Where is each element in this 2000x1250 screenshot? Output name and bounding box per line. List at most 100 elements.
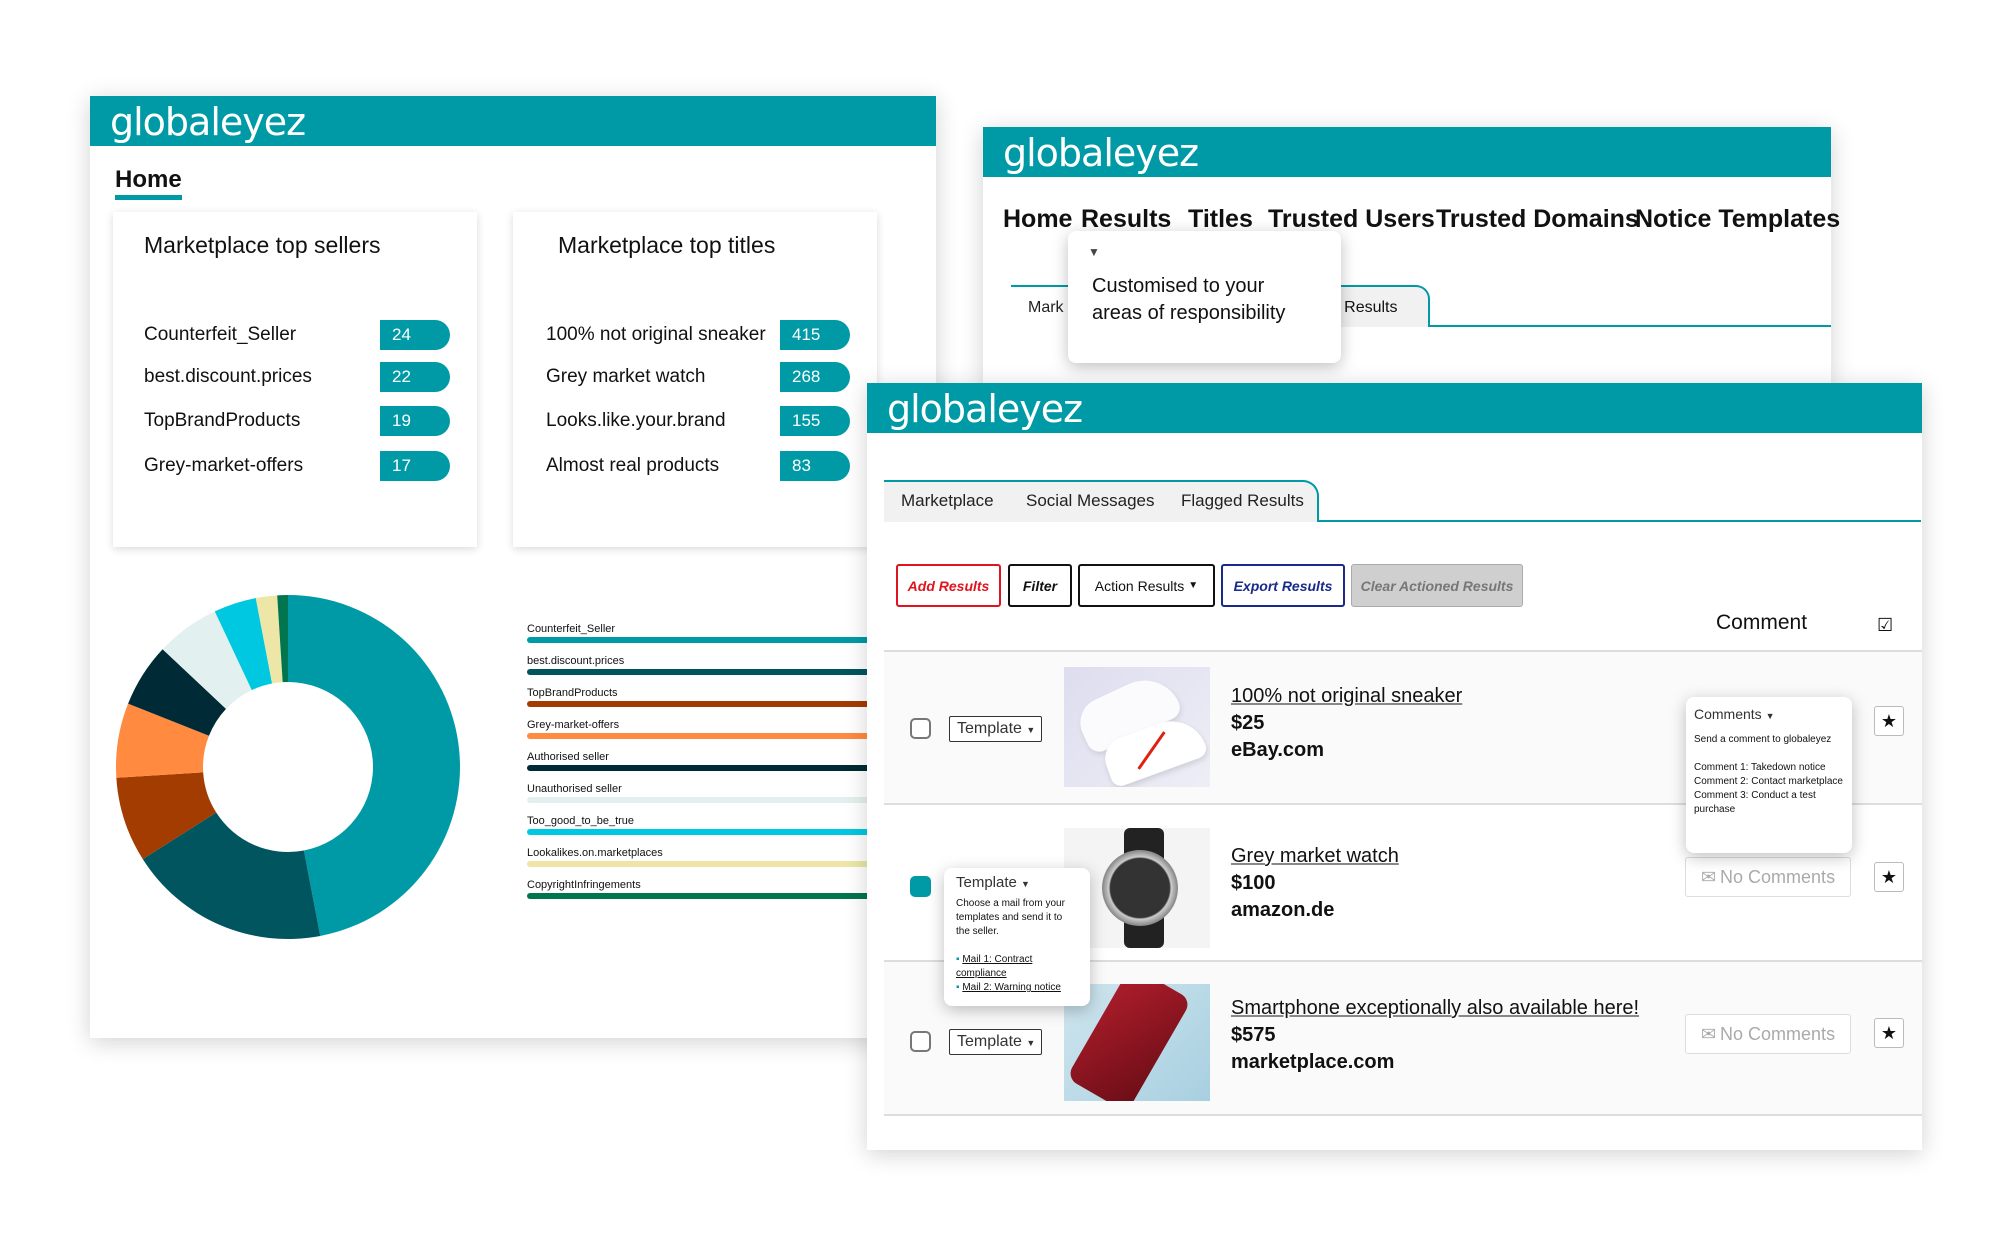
checked-box-icon[interactable]: ☑	[1877, 615, 1893, 636]
dropdown-label: Template	[956, 874, 1017, 891]
product-info: Grey market watch $100 amazon.de	[1231, 845, 1399, 926]
legend-label: Unauthorised seller	[527, 783, 622, 795]
legend-label: TopBrandProducts	[527, 687, 618, 699]
legend-label: best.discount.prices	[527, 655, 625, 667]
star-button[interactable]: ★	[1874, 862, 1904, 892]
export-results-button[interactable]: Export Results	[1221, 564, 1345, 607]
seller-name: best.discount.prices	[144, 366, 312, 387]
legend-label: Lookalikes.on.marketplaces	[527, 847, 663, 859]
button-label: No Comments	[1720, 1023, 1836, 1044]
nav-trusted-users[interactable]: Trusted Users	[1268, 205, 1435, 234]
card-title: Marketplace top sellers	[144, 232, 381, 258]
row-checkbox[interactable]	[910, 1031, 931, 1052]
donut-slice[interactable]	[288, 595, 461, 936]
product-site: eBay.com	[1231, 739, 1325, 761]
template-popup: Template ▼ Choose a mail from your templ…	[944, 868, 1090, 1006]
mail-option[interactable]: ▪ Mail 1: Contract compliance	[956, 953, 1078, 981]
legend-bar	[527, 733, 867, 739]
mail-option[interactable]: ▪ Mail 2: Warning notice	[956, 981, 1078, 995]
list-item[interactable]: Grey market watch 268	[546, 362, 850, 392]
comments-dropdown[interactable]: Comments ▼	[1694, 707, 1844, 723]
nav-titles[interactable]: Titles	[1188, 205, 1253, 234]
template-dropdown[interactable]: Template ▼	[949, 716, 1042, 742]
title-name: Almost real products	[546, 455, 720, 476]
caret-down-icon: ▼	[1026, 725, 1036, 735]
list-item[interactable]: Counterfeit_Seller 24	[144, 320, 450, 350]
legend-label: Grey-market-offers	[527, 719, 620, 731]
count-badge: 17	[380, 451, 450, 481]
template-dropdown[interactable]: Template ▼	[956, 874, 1078, 891]
nav-notice-templates[interactable]: Notice Templates	[1635, 205, 1840, 234]
list-item[interactable]: 100% not original sneaker 415	[546, 320, 850, 350]
count-badge: 22	[380, 362, 450, 392]
count-badge: 24	[380, 320, 450, 350]
legend-bar	[527, 861, 867, 867]
product-title-link[interactable]: Smartphone exceptionally also available …	[1231, 997, 1639, 1020]
seller-name: Grey-market-offers	[144, 455, 304, 476]
caret-down-icon: ▼	[1026, 1038, 1036, 1048]
logo: globaleyez	[887, 387, 1083, 431]
legend-bar	[527, 701, 867, 707]
tab-marketplace-label[interactable]: Marketplace	[901, 491, 994, 511]
list-item[interactable]: TopBrandProducts 19	[144, 406, 450, 436]
count-badge: 19	[380, 406, 450, 436]
tab-line	[1011, 285, 1071, 287]
comment-option[interactable]: Comment 2: Contact marketplace	[1694, 775, 1844, 789]
filter-button[interactable]: Filter	[1008, 564, 1072, 607]
comment-option[interactable]: Comment 3: Conduct a test purchase	[1694, 789, 1844, 817]
legend-label: Counterfeit_Seller	[527, 623, 616, 635]
comments-popup: Comments ▼ Send a comment to globaleyez …	[1686, 697, 1852, 853]
product-title-link[interactable]: 100% not original sneaker	[1231, 685, 1462, 708]
list-item[interactable]: Almost real products 83	[546, 451, 850, 481]
tab-line	[1318, 520, 1921, 522]
nav-trusted-domains[interactable]: Trusted Domains	[1436, 205, 1639, 234]
tab-social-messages[interactable]: Social Messages	[1026, 491, 1155, 511]
comment-header: Comment	[1716, 611, 1808, 634]
product-price: $100	[1231, 872, 1276, 894]
star-button[interactable]: ★	[1874, 1018, 1904, 1048]
legend-bar	[527, 829, 867, 835]
action-results-button[interactable]: Action Results ▼	[1078, 564, 1215, 607]
results-tab-partial-left[interactable]: Mark	[1028, 299, 1064, 317]
product-info: Smartphone exceptionally also available …	[1231, 997, 1639, 1078]
product-site: amazon.de	[1231, 899, 1335, 921]
legend-item: Unauthorised seller	[527, 783, 867, 803]
tab-line	[1429, 325, 1831, 327]
header-bar: globaleyez	[983, 127, 1831, 177]
tab-flagged-results[interactable]: Flagged Results	[1181, 491, 1304, 511]
card-title: Marketplace top titles	[558, 232, 776, 258]
donut-chart	[116, 595, 461, 939]
product-title-link[interactable]: Grey market watch	[1231, 845, 1399, 868]
nav-home[interactable]: Home	[1003, 205, 1072, 234]
comment-option[interactable]: Comment 1: Takedown notice	[1694, 761, 1844, 775]
no-comments-button[interactable]: ✉ No Comments	[1685, 857, 1851, 897]
count-badge: 83	[780, 451, 850, 481]
no-comments-button[interactable]: ✉ No Comments	[1685, 1014, 1851, 1054]
envelope-icon: ✉	[1700, 1023, 1717, 1044]
legend-bar	[527, 893, 867, 899]
legend-bar	[527, 637, 867, 643]
list-item[interactable]: best.discount.prices 22	[144, 362, 450, 392]
list-item[interactable]: Grey-market-offers 17	[144, 451, 450, 481]
button-label: Action Results	[1094, 577, 1185, 594]
list-item[interactable]: Looks.like.your.brand 155	[546, 406, 850, 436]
star-button[interactable]: ★	[1874, 706, 1904, 736]
legend-label: CopyrightInfringements	[527, 879, 641, 891]
popup-intro: Choose a mail from your templates and se…	[956, 898, 1065, 937]
product-info: 100% not original sneaker $25 eBay.com	[1231, 685, 1462, 766]
legend-item: Lookalikes.on.marketplaces	[527, 847, 867, 867]
nav-home[interactable]: Home	[115, 166, 182, 200]
row-checkbox[interactable]	[910, 718, 931, 739]
clear-actioned-results-button[interactable]: Clear Actioned Results	[1351, 564, 1523, 607]
product-price: $575	[1231, 1024, 1276, 1046]
dropdown-label: Comments	[1694, 706, 1762, 722]
button-label: No Comments	[1720, 866, 1836, 887]
product-price: $25	[1231, 712, 1265, 734]
legend-label: Too_good_to_be_true	[527, 815, 635, 827]
legend-bar	[527, 765, 867, 771]
product-image-sneaker	[1064, 667, 1210, 787]
popup-intro: Send a comment to globaleyez	[1694, 734, 1832, 745]
add-results-button[interactable]: Add Results	[896, 564, 1001, 607]
row-checkbox-checked[interactable]	[910, 876, 931, 897]
template-dropdown[interactable]: Template ▼	[949, 1029, 1042, 1055]
